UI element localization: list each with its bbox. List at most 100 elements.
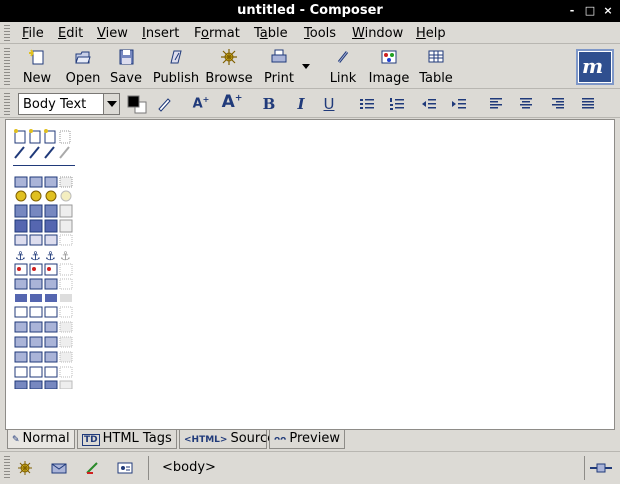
publish-button[interactable]: Publish [152, 48, 200, 86]
bold-icon[interactable]: B [262, 95, 276, 113]
pen-icon: ✎ [12, 435, 20, 445]
sprite-row-publish-icon [14, 219, 73, 233]
sprite-row-anchor-icon: ⚓ ⚓ ⚓ ⚓ [15, 249, 71, 263]
save-label: Save [110, 71, 142, 86]
sprite-row-browse-icon [15, 190, 72, 202]
tab-preview[interactable]: ᴖᴖ Preview [269, 430, 345, 449]
window-title: untitled - Composer [237, 3, 383, 18]
align-center-icon[interactable] [518, 96, 534, 112]
sprite-row-print-icon [14, 278, 73, 290]
svg-text:⚓: ⚓ [15, 249, 26, 263]
eyeglasses-icon: ᴖᴖ [274, 435, 287, 445]
table-grid-icon [428, 50, 444, 63]
toolbar-grip[interactable] [4, 48, 10, 86]
italic-icon[interactable]: I [294, 95, 308, 113]
throbber-logo[interactable]: m [576, 49, 614, 85]
menu-edit[interactable]: Edit [58, 26, 83, 41]
print-label: Print [264, 71, 294, 86]
mail-icon[interactable] [50, 460, 68, 476]
open-button[interactable]: Open [64, 48, 102, 86]
tab-normal[interactable]: ✎ Normal [7, 430, 75, 449]
structure-toolbar-body[interactable]: <body> [162, 460, 216, 475]
tab-preview-label: Preview [289, 431, 340, 446]
online-status-icon[interactable] [590, 462, 612, 474]
open-folder-icon [75, 51, 91, 64]
m-logo-icon: m [582, 54, 604, 78]
new-label: New [22, 71, 52, 86]
table-button[interactable]: Table [418, 48, 454, 86]
justify-icon[interactable] [580, 96, 596, 112]
paragraph-style-value: Body Text [23, 97, 87, 112]
new-button[interactable]: New [22, 48, 52, 86]
address-book-icon[interactable] [116, 460, 134, 476]
menu-table[interactable]: Table [254, 26, 288, 41]
save-button[interactable]: Save [108, 48, 144, 86]
print-button[interactable]: Print [262, 48, 296, 86]
td-tag-icon: TD [82, 434, 100, 446]
edit-mode-tabs: ✎ Normal TD HTML Tags <HTML> Source ᴖᴖ Previ… [5, 430, 615, 449]
menu-bar: File Edit View Insert Format Table Tools… [0, 22, 620, 44]
html-tag-icon: <HTML> [184, 435, 228, 445]
outdent-icon[interactable] [420, 96, 438, 112]
menubar-grip[interactable] [4, 25, 10, 41]
sprite-row-save-icon [14, 204, 73, 218]
composer-pen-icon[interactable] [84, 460, 102, 476]
minimize-button[interactable]: - [564, 3, 580, 18]
new-document-icon [29, 49, 44, 65]
paragraph-style-select[interactable]: Body Text [18, 93, 120, 115]
menu-tools[interactable]: Tools [304, 26, 336, 41]
indent-icon[interactable] [450, 96, 468, 112]
table-label: Table [419, 71, 453, 86]
chevron-down-icon [103, 94, 119, 114]
sprite-row-new-icon [14, 129, 71, 144]
menu-file[interactable]: File [22, 26, 44, 41]
tab-html-tags-label: HTML Tags [102, 431, 172, 446]
browse-star-icon [221, 49, 237, 65]
open-label: Open [65, 71, 101, 86]
tab-normal-label: Normal [22, 431, 70, 446]
chevron-down-icon [302, 64, 310, 69]
browse-button[interactable]: Browse [205, 48, 253, 86]
underline-icon[interactable]: U [322, 95, 336, 113]
status-bar: <body> [0, 451, 620, 484]
tab-html-tags[interactable]: TD HTML Tags [77, 430, 177, 449]
menu-help[interactable]: Help [416, 26, 446, 41]
increase-font-size-icon[interactable]: A+ [220, 92, 244, 112]
sprite-row-misc-icon [14, 294, 73, 389]
highlight-pen-icon[interactable] [156, 96, 172, 112]
publish-icon [170, 50, 182, 64]
menu-insert[interactable]: Insert [142, 26, 179, 41]
image-button[interactable]: Image [368, 48, 410, 86]
status-divider [148, 456, 149, 480]
bullet-list-icon[interactable] [358, 96, 376, 112]
svg-text:⚓: ⚓ [60, 249, 71, 263]
image-icon [381, 50, 397, 64]
align-right-icon[interactable] [550, 96, 566, 112]
menu-window[interactable]: Window [352, 26, 403, 41]
status-divider [584, 456, 585, 480]
sprite-row-open-icon [14, 176, 73, 188]
maximize-button[interactable]: □ [582, 3, 598, 18]
publish-label: Publish [152, 71, 200, 86]
chain-link-icon [337, 51, 349, 63]
printer-icon [271, 49, 287, 63]
sprite-row-link-icon [14, 146, 70, 159]
menu-format[interactable]: Format [194, 26, 240, 41]
format-toolbar: Body Text A+ A+ B I U [0, 90, 620, 118]
image-label: Image [368, 71, 410, 86]
browse-label: Browse [205, 71, 253, 86]
sprite-row-table-icon [14, 234, 73, 246]
navigator-star-icon[interactable] [16, 460, 34, 476]
svg-text:⚓: ⚓ [30, 249, 41, 263]
decrease-font-size-icon[interactable]: A+ [192, 95, 210, 113]
align-left-icon[interactable] [488, 96, 504, 112]
menu-view[interactable]: View [97, 26, 128, 41]
editor-canvas[interactable]: ⚓ ⚓ ⚓ ⚓ [5, 119, 615, 430]
close-button[interactable]: × [600, 3, 616, 18]
numbered-list-icon[interactable] [388, 96, 406, 112]
text-color-picker[interactable] [126, 94, 148, 114]
link-button[interactable]: Link [328, 48, 358, 86]
format-toolbar-grip[interactable] [4, 93, 10, 115]
tab-source[interactable]: <HTML> Source [179, 430, 275, 449]
statusbar-grip[interactable] [4, 456, 10, 480]
